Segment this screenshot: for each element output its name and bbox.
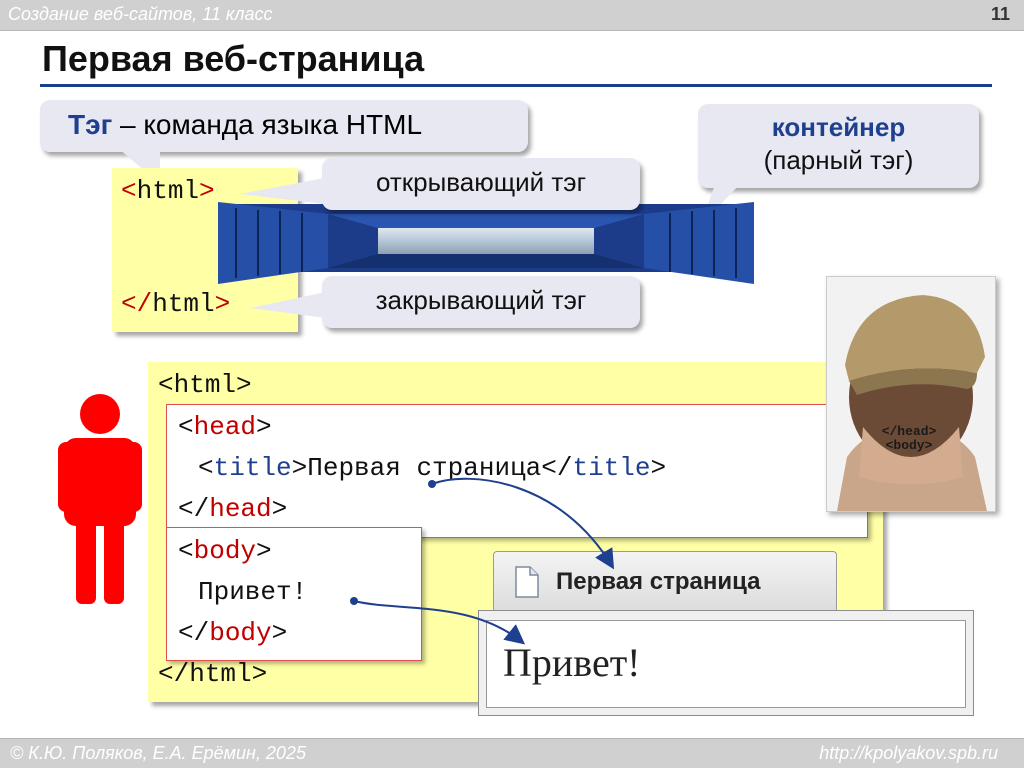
site-link[interactable]: http://kpolyakov.spb.ru (819, 743, 998, 764)
title-to-tab-arrow (428, 477, 615, 570)
text-to-content-arrow (350, 597, 526, 645)
connection-arrows (350, 477, 615, 645)
author-credit: © К.Ю. Поляков, Е.А. Ерёмин, 2025 (10, 743, 306, 763)
